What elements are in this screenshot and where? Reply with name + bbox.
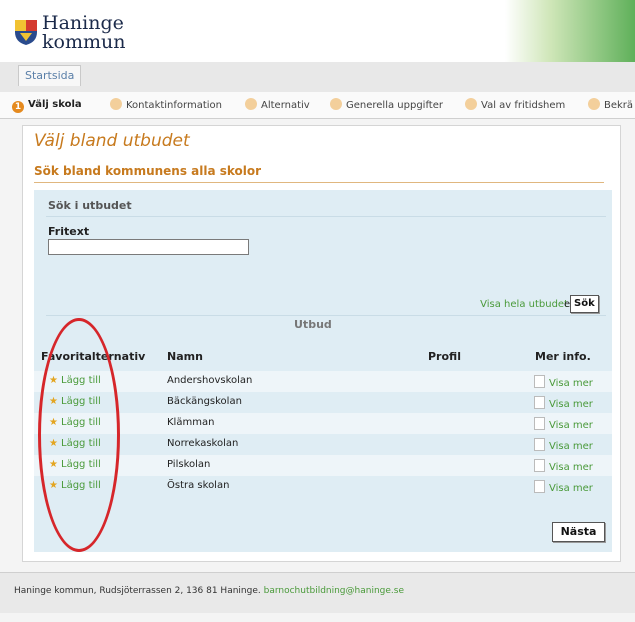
- document-icon: [534, 396, 545, 409]
- step-generella-uppgifter[interactable]: Generella uppgifter: [330, 98, 443, 113]
- step-label: Bekrä: [604, 100, 634, 111]
- step-5-circle-icon: [465, 98, 477, 110]
- fritext-input[interactable]: [48, 239, 249, 255]
- column-header-namn: Namn: [167, 350, 203, 363]
- document-icon: [534, 480, 545, 493]
- step-indicator: 1 Välj skola Kontaktinformation Alternati…: [0, 92, 635, 119]
- nav-bar: [0, 62, 635, 92]
- school-name: Bäckängskolan: [167, 396, 242, 407]
- step-label: Kontaktinformation: [126, 100, 222, 111]
- visa-mer-label: Visa mer: [549, 462, 593, 473]
- step-label: Välj skola: [28, 99, 82, 110]
- column-header-profil: Profil: [428, 350, 461, 363]
- school-name: Pilskolan: [167, 459, 211, 470]
- step-label: Alternativ: [261, 100, 310, 111]
- visa-mer-link[interactable]: Visa mer: [534, 396, 593, 410]
- footer-email-link[interactable]: barnochutbildning@haninge.se: [264, 586, 404, 596]
- section-subtitle: Sök bland kommunens alla skolor: [34, 164, 262, 178]
- footer-text: Haninge kommun, Rudsjöterrassen 2, 136 8…: [14, 586, 404, 596]
- logo-line2: kommun: [42, 31, 126, 53]
- table-row: ★ Lägg till Klämman Visa mer: [34, 413, 612, 434]
- page-title: Välj bland utbudet: [34, 131, 190, 151]
- table-row: ★ Lägg till Pilskolan Visa mer: [34, 455, 612, 476]
- step-alternativ[interactable]: Alternativ: [245, 98, 310, 113]
- step-valj-skola[interactable]: 1 Välj skola: [12, 98, 82, 113]
- subtitle-divider: [34, 182, 604, 183]
- step-1-circle-icon: 1: [12, 101, 24, 113]
- step-6-circle-icon: [588, 98, 600, 110]
- tab-startsida[interactable]: Startsida: [18, 65, 82, 86]
- table-row: ★ Lägg till Andershovskolan Visa mer: [34, 371, 612, 392]
- step-val-av-fritidshem[interactable]: Val av fritidshem: [465, 98, 565, 113]
- document-icon: [534, 438, 545, 451]
- table-row: ★ Lägg till Östra skolan Visa mer: [34, 476, 612, 497]
- step-3-circle-icon: [245, 98, 257, 110]
- visa-mer-link[interactable]: Visa mer: [534, 480, 593, 494]
- table-caption: Utbud: [294, 318, 332, 331]
- school-name: Östra skolan: [167, 480, 230, 491]
- school-name: Norrekaskolan: [167, 438, 239, 449]
- visa-mer-label: Visa mer: [549, 483, 593, 494]
- column-header-mer-info: Mer info.: [535, 350, 591, 363]
- fritext-label: Fritext: [48, 225, 90, 238]
- school-name: Andershovskolan: [167, 375, 253, 386]
- header-banner: [505, 0, 635, 62]
- sok-button[interactable]: Sök: [570, 295, 599, 313]
- search-heading: Sök i utbudet: [48, 199, 132, 212]
- step-kontaktinformation[interactable]: Kontaktinformation: [110, 98, 222, 113]
- visa-hela-utbudet-link[interactable]: Visa hela utbudet: [480, 299, 568, 310]
- document-icon: [534, 375, 545, 388]
- document-icon: [534, 417, 545, 430]
- step-4-circle-icon: [330, 98, 342, 110]
- visa-mer-link[interactable]: Visa mer: [534, 459, 593, 473]
- nasta-button[interactable]: Nästa: [552, 522, 605, 542]
- logo-text[interactable]: Haninge kommun: [42, 14, 125, 52]
- visa-mer-label: Visa mer: [549, 441, 593, 452]
- highlight-oval: [38, 318, 120, 552]
- table-row: ★ Lägg till Bäckängskolan Visa mer: [34, 392, 612, 413]
- visa-mer-link[interactable]: Visa mer: [534, 417, 593, 431]
- step-2-circle-icon: [110, 98, 122, 110]
- visa-mer-label: Visa mer: [549, 378, 593, 389]
- step-label: Generella uppgifter: [346, 100, 443, 111]
- visa-mer-label: Visa mer: [549, 399, 593, 410]
- coat-of-arms-icon: [15, 20, 37, 45]
- results-divider: [46, 315, 606, 316]
- visa-mer-link[interactable]: Visa mer: [534, 438, 593, 452]
- step-bekrafta[interactable]: Bekrä: [588, 98, 633, 113]
- visa-mer-link[interactable]: Visa mer: [534, 375, 593, 389]
- visa-mer-label: Visa mer: [549, 420, 593, 431]
- footer-address: Haninge kommun, Rudsjöterrassen 2, 136 8…: [14, 586, 261, 596]
- search-divider: [46, 216, 606, 217]
- step-label: Val av fritidshem: [481, 100, 566, 111]
- document-icon: [534, 459, 545, 472]
- table-row: ★ Lägg till Norrekaskolan Visa mer: [34, 434, 612, 455]
- school-name: Klämman: [167, 417, 215, 428]
- header: Haninge kommun: [0, 0, 635, 62]
